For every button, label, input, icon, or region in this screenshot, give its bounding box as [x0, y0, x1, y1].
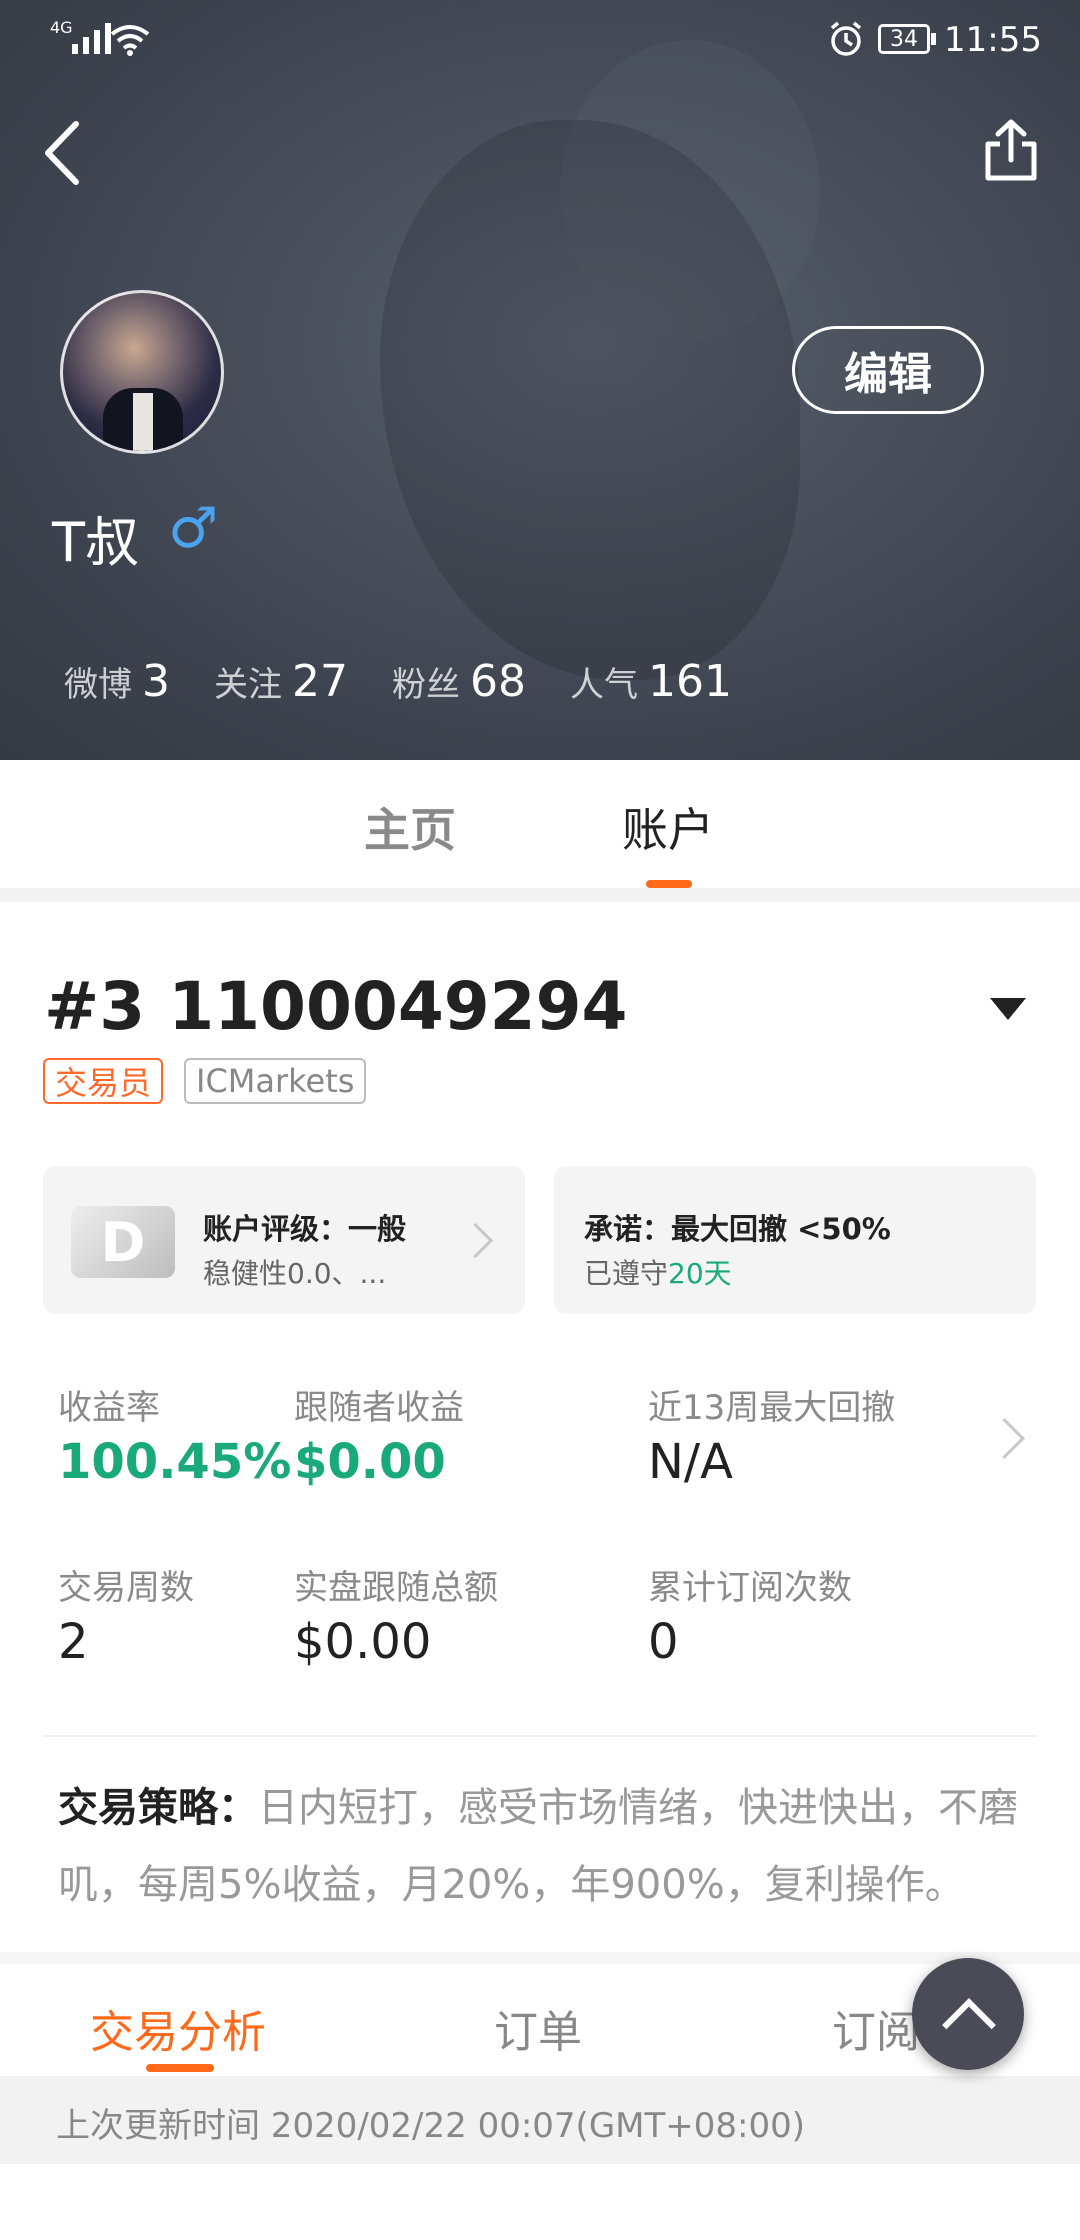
account-title: #3 1100049294 [44, 968, 628, 1045]
metric-value-weeks: 2 [58, 1614, 89, 1670]
profile-tabbar [0, 760, 1080, 888]
strategy-label: 交易策略： [58, 1785, 258, 1831]
scroll-to-top-button[interactable] [912, 1958, 1024, 2070]
rating-title: 账户评级：一般 [203, 1212, 407, 1246]
tag-trader: 交易员 [43, 1058, 164, 1104]
stat-value: 27 [292, 656, 348, 707]
section-separator [0, 888, 1080, 902]
network-type: 4G [50, 18, 73, 37]
avatar-shirt [133, 393, 153, 451]
stat-value: 3 [142, 656, 170, 707]
strategy-text: 交易策略：日内短打，感受市场情绪，快进快出，不磨叽，每周5%收益，月20%，年9… [58, 1770, 1038, 1924]
promise-subtitle: 已遵守20天 [584, 1252, 732, 1292]
stat-followers[interactable]: 粉丝 68 [392, 656, 526, 707]
tab-account[interactable]: 账户 [622, 794, 714, 860]
stat-popularity: 人气 161 [570, 656, 732, 707]
signal-icon [72, 22, 111, 54]
avatar[interactable] [60, 290, 224, 454]
stat-label: 微博 [64, 665, 132, 705]
stat-following[interactable]: 关注 27 [214, 656, 348, 707]
alarm-icon [830, 21, 862, 56]
chevron-right-icon [457, 1222, 494, 1259]
account-dropdown-icon[interactable] [990, 998, 1026, 1020]
metric-value-max-drawdown: N/A [648, 1434, 733, 1490]
stat-label: 关注 [214, 665, 282, 705]
promise-prefix: 已遵守 [584, 1257, 669, 1290]
profile-stats: 微博 3 关注 27 粉丝 68 人气 161 [64, 656, 776, 707]
divider [43, 1735, 1037, 1737]
wifi-icon [110, 25, 150, 56]
profile-header: 4G 34 11:55 编辑 T叔 ♂ 微博 3 关注 27 粉丝 68 人气 … [0, 0, 1080, 760]
promise-days: 20天 [668, 1257, 732, 1290]
stat-value: 68 [470, 656, 526, 707]
metric-label-return: 收益率 [58, 1388, 160, 1428]
update-time-bar: 上次更新时间 2020/02/22 00:07(GMT+08:00) [0, 2076, 1080, 2164]
stat-weibo[interactable]: 微博 3 [64, 656, 170, 707]
battery-tip [931, 33, 936, 45]
rating-subtitle: 稳健性0.0、... [203, 1257, 387, 1290]
bottom-tab-indicator [146, 2064, 214, 2072]
metric-label-subscriptions: 累计订阅次数 [648, 1568, 852, 1608]
metric-label-weeks: 交易周数 [58, 1568, 194, 1608]
stat-label: 人气 [570, 665, 638, 705]
tag-broker: ICMarkets [184, 1058, 367, 1104]
rating-card[interactable]: D 账户评级：一般 稳健性0.0、... [43, 1166, 525, 1314]
battery-icon: 34 [878, 24, 930, 54]
promise-card: 承诺：最大回撤 <50% 已遵守20天 [554, 1166, 1036, 1314]
promise-title: 承诺：最大回撤 <50% [584, 1212, 891, 1246]
stat-label: 粉丝 [392, 665, 460, 705]
tab-trade-analysis[interactable]: 交易分析 [90, 1996, 266, 2060]
metrics-chevron-icon[interactable] [983, 1417, 1026, 1460]
tab-orders[interactable]: 订单 [494, 1996, 582, 2060]
metric-label-follower-profit: 跟随者收益 [294, 1388, 464, 1428]
clock: 11:55 [944, 20, 1042, 60]
metric-value-return: 100.45% [58, 1434, 292, 1490]
grade-badge: D [71, 1206, 175, 1278]
metric-label-follow-total: 实盘跟随总额 [294, 1568, 498, 1608]
metric-value-follower-profit: $0.00 [294, 1434, 446, 1490]
share-icon[interactable] [984, 118, 1038, 182]
username: T叔 [52, 511, 139, 574]
stat-value: 161 [648, 656, 732, 707]
edit-profile-button[interactable]: 编辑 [792, 326, 984, 414]
battery-level: 34 [890, 26, 918, 52]
tab-home[interactable]: 主页 [364, 794, 456, 860]
male-icon: ♂ [168, 496, 219, 561]
metric-value-subscriptions: 0 [648, 1614, 679, 1670]
chevron-up-icon [942, 1998, 996, 2052]
metric-value-follow-total: $0.00 [294, 1614, 432, 1670]
back-icon[interactable] [40, 120, 84, 186]
metric-label-max-drawdown: 近13周最大回撤 [648, 1388, 896, 1428]
update-time-text: 上次更新时间 2020/02/22 00:07(GMT+08:00) [56, 2106, 806, 2146]
section-separator-2 [0, 1952, 1080, 1964]
tab-indicator [646, 880, 692, 888]
